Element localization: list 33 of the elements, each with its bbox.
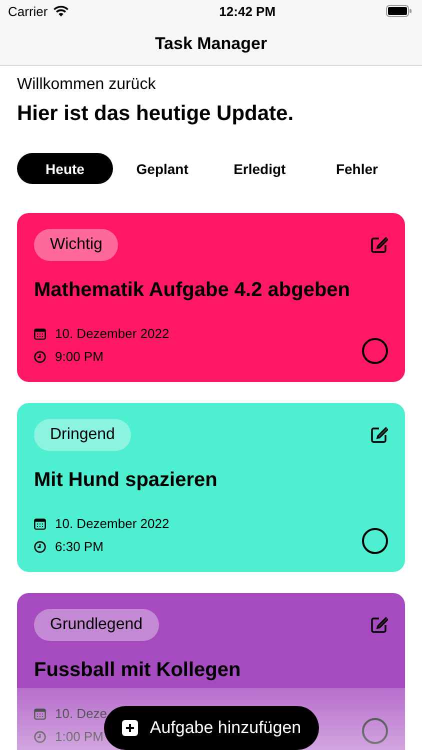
filter-tab[interactable]: Fehler [308, 153, 405, 184]
clock-icon [34, 730, 46, 742]
carrier-label: Carrier [8, 4, 48, 18]
calendar-icon [34, 518, 46, 530]
task-title: Mit Hund spazieren [34, 469, 218, 492]
complete-checkbox[interactable] [362, 718, 388, 744]
task-date: 10. Dezember 2022 [55, 326, 170, 341]
calendar-icon [34, 328, 46, 340]
headline: Hier ist das heutige Update. [17, 102, 295, 126]
edit-icon[interactable] [370, 426, 388, 444]
clock-icon [34, 540, 46, 552]
complete-checkbox[interactable] [362, 528, 388, 554]
task-time: 6:30 PM [55, 539, 104, 554]
filter-tab[interactable]: Heute [17, 153, 113, 184]
priority-tag: Wichtig [34, 229, 118, 261]
filter-tab[interactable]: Erledigt [212, 153, 308, 184]
priority-tag: Dringend [34, 419, 131, 451]
nav-title: Task Manager [154, 32, 268, 55]
task-time: 1:00 PM [55, 729, 104, 744]
plus-icon [122, 720, 138, 736]
status-time: 12:42 PM [219, 4, 276, 18]
priority-tag: Grundlegend [34, 609, 159, 641]
task-date: 10. Dezember 2022 [55, 516, 170, 531]
calendar-icon [34, 708, 46, 720]
task-title: Mathematik Aufgabe 4.2 abgeben [34, 279, 351, 302]
battery-icon [386, 5, 412, 17]
clock-icon [34, 350, 46, 362]
complete-checkbox[interactable] [362, 338, 388, 364]
filter-tab[interactable]: Geplant [114, 153, 210, 184]
task-title: Fussball mit Kollegen [34, 659, 242, 682]
task-time: 9:00 PM [55, 349, 104, 364]
wifi-icon [52, 5, 69, 17]
greeting-text: Willkommen zurück [17, 76, 157, 94]
